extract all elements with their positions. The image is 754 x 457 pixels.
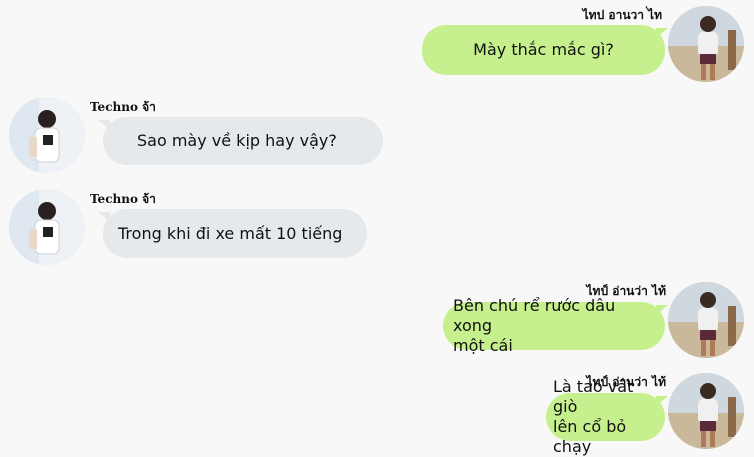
message-bubble: Sao mày về kịp hay vậy?	[103, 117, 383, 165]
avatar[interactable]	[9, 189, 85, 265]
message-text: Mày thắc mắc gì?	[473, 40, 614, 59]
message-bubble: Bên chú rể rước dâu xong một cái	[443, 296, 665, 355]
message-text-line: lên cổ bỏ chạy	[553, 417, 627, 456]
avatar-photo-icon	[9, 189, 85, 265]
avatar[interactable]	[9, 97, 85, 173]
bubble-tail	[656, 305, 668, 315]
avatar-photo-icon	[668, 373, 744, 449]
sender-name: ไทป อานวา ่ไท	[582, 8, 662, 22]
message-bubble: Là tao vắt giò lên cổ bỏ chạy	[546, 377, 665, 456]
message-text-line: Là tao vắt giò	[553, 377, 634, 416]
avatar-photo-icon	[9, 97, 85, 173]
avatar[interactable]	[668, 373, 744, 449]
sender-name: Techno จ้า	[90, 192, 156, 206]
avatar[interactable]	[668, 6, 744, 82]
avatar[interactable]	[668, 282, 744, 358]
message-bubble: Trong khi đi xe mất 10 tiếng	[103, 209, 367, 258]
avatar-photo-icon	[668, 282, 744, 358]
message-text-line: Bên chú rể rước dâu xong	[453, 296, 616, 335]
avatar-photo-icon	[668, 6, 744, 82]
bubble-tail	[656, 28, 668, 38]
bubble-tail	[656, 396, 668, 406]
message-bubble: Mày thắc mắc gì?	[422, 25, 665, 75]
message-text-line: một cái	[453, 336, 513, 355]
message-text: Sao mày về kịp hay vậy?	[137, 131, 337, 150]
sender-name: Techno จ้า	[90, 100, 156, 114]
message-text: Trong khi đi xe mất 10 tiếng	[118, 223, 343, 243]
